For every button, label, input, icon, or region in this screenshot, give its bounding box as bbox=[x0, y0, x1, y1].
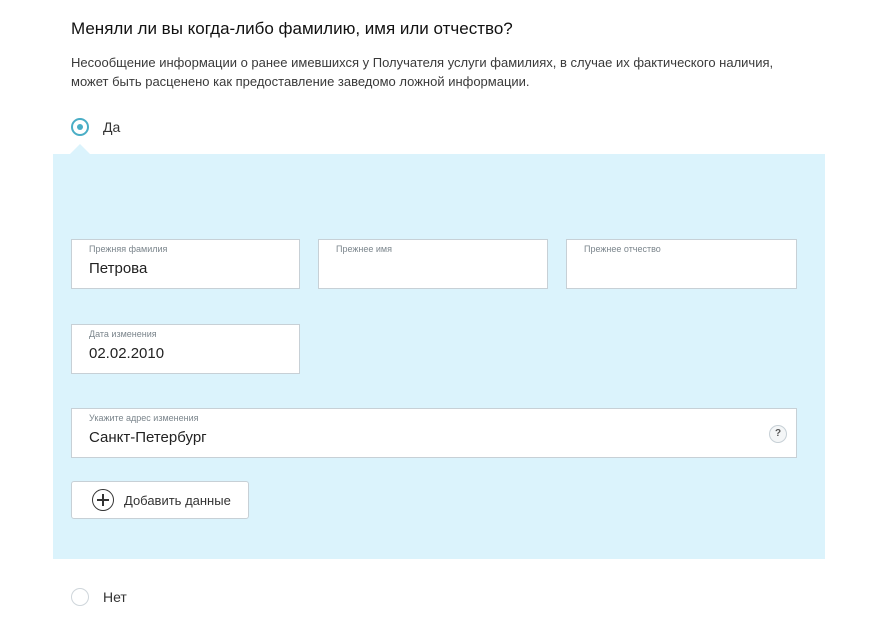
previous-first-name-label: Прежнее имя bbox=[336, 244, 392, 254]
radio-option-yes[interactable]: Да bbox=[71, 118, 120, 136]
radio-option-no[interactable]: Нет bbox=[71, 588, 127, 606]
change-address-value[interactable]: Санкт-Петербург bbox=[89, 429, 207, 446]
radio-yes-icon[interactable] bbox=[71, 118, 89, 136]
previous-middle-name-field[interactable]: Прежнее отчество bbox=[566, 239, 797, 289]
plus-circle-icon bbox=[92, 489, 114, 511]
change-address-field[interactable]: Укажите адрес изменения Санкт-Петербург … bbox=[71, 408, 797, 458]
add-data-button[interactable]: Добавить данные bbox=[71, 481, 249, 519]
previous-last-name-field[interactable]: Прежняя фамилия Петрова bbox=[71, 239, 300, 289]
question-circle-icon[interactable]: ? bbox=[769, 425, 787, 443]
previous-middle-name-label: Прежнее отчество bbox=[584, 244, 661, 254]
change-address-label: Укажите адрес изменения bbox=[89, 413, 199, 423]
previous-first-name-field[interactable]: Прежнее имя bbox=[318, 239, 548, 289]
radio-no-label: Нет bbox=[103, 589, 127, 605]
change-date-field[interactable]: Дата изменения 02.02.2010 bbox=[71, 324, 300, 374]
add-data-button-label: Добавить данные bbox=[124, 492, 231, 508]
radio-yes-label: Да bbox=[103, 119, 121, 135]
question-description: Несообщение информации о ранее имевшихся… bbox=[71, 55, 774, 89]
radio-no-icon[interactable] bbox=[71, 588, 89, 606]
previous-last-name-label: Прежняя фамилия bbox=[89, 244, 168, 254]
change-date-value[interactable]: 02.02.2010 bbox=[89, 345, 164, 362]
previous-last-name-value[interactable]: Петрова bbox=[89, 260, 147, 277]
change-date-label: Дата изменения bbox=[89, 329, 157, 339]
question-title: Меняли ли вы когда-либо фамилию, имя или… bbox=[71, 19, 513, 38]
panel-pointer bbox=[70, 144, 90, 154]
